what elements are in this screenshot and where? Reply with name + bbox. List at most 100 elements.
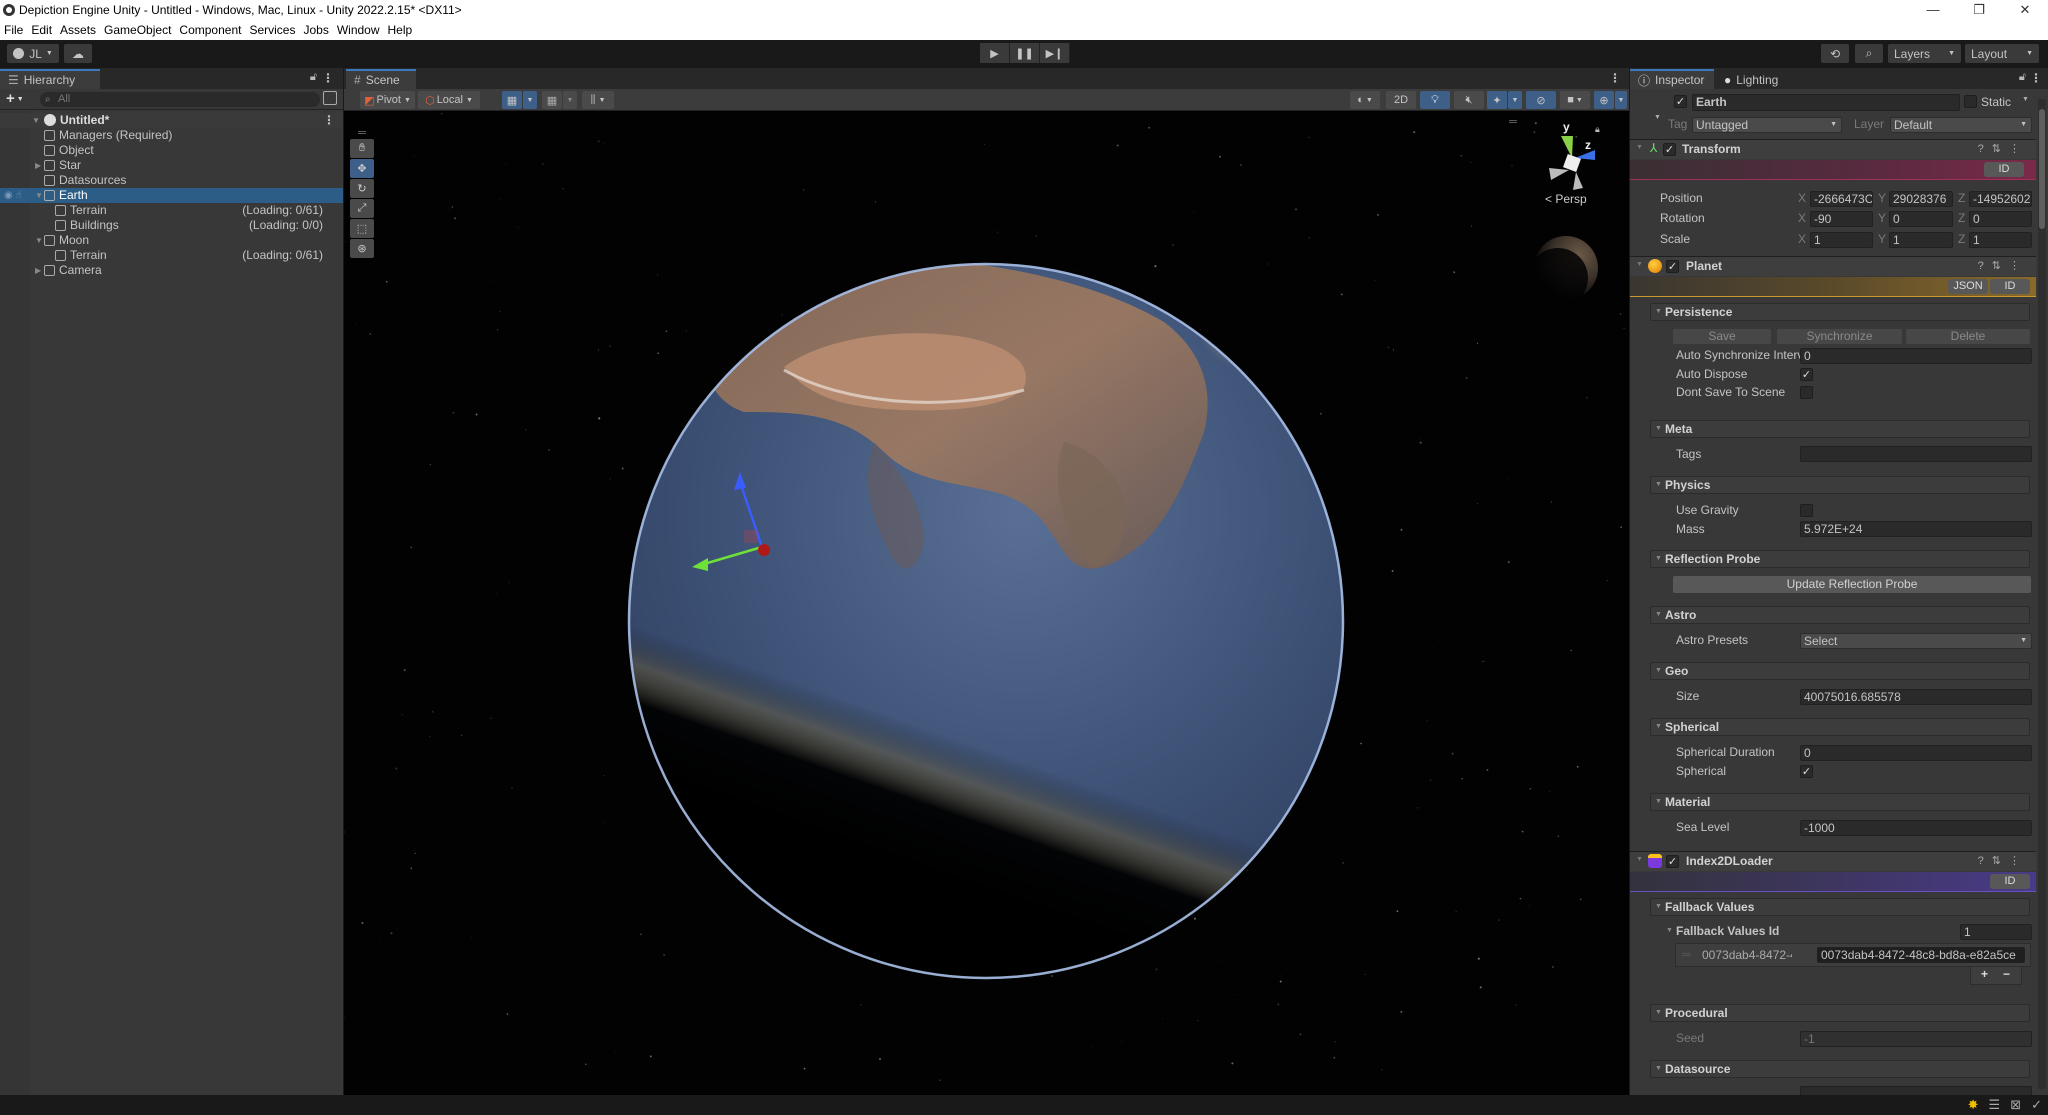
position-z-field[interactable]: -14952602 [1969, 191, 2032, 207]
astro-presets-dropdown[interactable]: Select ▼ [1800, 633, 2032, 649]
rotate-tool-button[interactable]: ↻ [350, 179, 374, 198]
collapse-arrow-icon[interactable]: ▼ [1654, 114, 1661, 121]
collapse-arrow-icon[interactable]: ▶ [35, 158, 41, 173]
menu-jobs[interactable]: Jobs [303, 23, 328, 37]
delete-button[interactable]: Delete [1906, 329, 2030, 344]
maximize-button[interactable]: ❐ [1956, 0, 2002, 20]
2d-mode-button[interactable]: 2D [1386, 91, 1416, 109]
fallback-item-value[interactable]: 0073dab4-8472-48c8-bd8a-e82a5ce [1817, 947, 2025, 963]
object-name-input[interactable]: Earth [1692, 94, 1960, 111]
fallback-values-section[interactable]: Fallback Values [1650, 898, 2030, 916]
fallback-values-id-count[interactable]: 1 [1960, 924, 2032, 940]
component-header-icons[interactable]: ?⇅⋮ [1978, 259, 2028, 272]
scene-visibility-icon[interactable] [323, 91, 337, 105]
index2dloader-id-button[interactable]: ID [1990, 874, 2030, 889]
rect-tool-button[interactable]: ⬚ [350, 219, 374, 238]
tags-field[interactable] [1800, 446, 2032, 462]
hierarchy-item[interactable]: Datasources [0, 173, 343, 188]
hierarchy-item[interactable]: Terrain (Loading: 0/61) [0, 203, 343, 218]
cloud-button[interactable]: ☁ [64, 44, 92, 63]
increment-snap-dropdown[interactable]: ⫼ ▼ [582, 91, 614, 109]
gizmos-toggle[interactable]: ⊕ [1594, 91, 1614, 109]
layout-dropdown[interactable]: Layout ▼ [1965, 44, 2039, 63]
lock-icon[interactable]: 🔓︎ [310, 71, 317, 84]
projection-label[interactable]: < Persp [1545, 192, 1587, 206]
lock-icon[interactable]: 🔓︎ [2019, 71, 2026, 84]
grid-options-dropdown[interactable]: ▼ [523, 91, 537, 109]
component-header-icons[interactable]: ?⇅⋮ [1978, 142, 2028, 155]
planet-id-button[interactable]: ID [1990, 279, 2030, 294]
pause-button[interactable]: ❚❚ [1010, 43, 1040, 63]
hierarchy-search-input[interactable]: ⌕ All [40, 92, 320, 107]
overlay-menu-icon[interactable]: ═ [1509, 116, 1517, 128]
tab-hierarchy[interactable]: ☰ Hierarchy [0, 69, 100, 89]
play-button[interactable]: ▶ [980, 43, 1010, 63]
collapse-arrow-icon[interactable]: ▼ [1636, 856, 1643, 863]
persistence-section[interactable]: Persistence [1650, 303, 2030, 321]
collapse-arrow-icon[interactable]: ▼ [1636, 144, 1643, 151]
close-button[interactable]: ✕ [2002, 0, 2048, 20]
scene-visibility-toggle[interactable]: ⊘ [1526, 91, 1556, 109]
grid-snapping-button[interactable]: ▦ [542, 91, 562, 109]
spherical-checkbox[interactable]: ✓ [1800, 765, 1813, 778]
transform-tool-button[interactable]: ⊛ [350, 239, 374, 258]
rotation-y-field[interactable]: 0 [1889, 211, 1953, 227]
meta-section[interactable]: Meta [1650, 420, 2030, 438]
more-options-icon[interactable]: ⋮ [323, 113, 335, 128]
scale-tool-button[interactable]: ⤢ [350, 199, 374, 218]
update-reflection-probe-button[interactable]: Update Reflection Probe [1673, 576, 2031, 593]
dont-save-checkbox[interactable] [1800, 386, 1813, 399]
planet-component-header[interactable]: ▼ ✓ Planet ?⇅⋮ [1630, 256, 2036, 276]
drag-handle-icon[interactable]: ═ [1682, 947, 1691, 961]
remove-item-button[interactable]: − [2003, 967, 2010, 981]
collapse-arrow-icon[interactable]: ▶ [35, 263, 41, 278]
geo-section[interactable]: Geo [1650, 662, 2030, 680]
expand-arrow-icon[interactable]: ▼ [1666, 927, 1673, 934]
database-icon[interactable]: ☰ [1989, 1097, 2001, 1113]
expand-arrow-icon[interactable]: ▼ [35, 188, 43, 203]
spherical-duration-field[interactable]: 0 [1800, 745, 2032, 761]
hierarchy-item[interactable]: Buildings (Loading: 0/0) [0, 218, 343, 233]
auto-dispose-checkbox[interactable]: ✓ [1800, 368, 1813, 381]
synchronize-button[interactable]: Synchronize [1777, 329, 1902, 344]
search-button[interactable]: ⌕ [1855, 44, 1883, 63]
network-icon[interactable]: ⊠ [2010, 1097, 2021, 1113]
transform-enabled-checkbox[interactable]: ✓ [1663, 143, 1676, 156]
astro-section[interactable]: Astro [1650, 606, 2030, 624]
datasource-section[interactable]: Datasource [1650, 1060, 2030, 1078]
layer-dropdown[interactable]: Default ▼ [1890, 117, 2032, 133]
rotation-x-field[interactable]: -90 [1810, 211, 1873, 227]
pivot-dropdown[interactable]: ◩ Pivot ▼ [360, 91, 415, 109]
account-dropdown[interactable]: JL ▼ [7, 44, 59, 63]
hand-tool-button[interactable]: ✋︎ [350, 139, 374, 158]
local-dropdown[interactable]: ⬡ Local ▼ [418, 91, 480, 109]
hierarchy-item[interactable]: Managers (Required) [0, 128, 343, 143]
tab-scene[interactable]: # Scene [346, 69, 416, 89]
rotation-z-field[interactable]: 0 [1969, 211, 2032, 227]
menu-help[interactable]: Help [388, 23, 413, 37]
static-dropdown-icon[interactable]: ▼ [2022, 96, 2029, 103]
size-field[interactable]: 40075016.685578 [1800, 689, 2032, 705]
expand-arrow-icon[interactable]: ▼ [32, 113, 40, 128]
tab-inspector[interactable]: ⓘ Inspector [1630, 69, 1714, 89]
position-y-field[interactable]: 29028376 [1889, 191, 1953, 207]
more-options-icon[interactable]: ⋮ [1609, 71, 1621, 85]
auto-sync-field[interactable]: 0 [1800, 348, 2032, 364]
material-section[interactable]: Material [1650, 793, 2030, 811]
move-tool-button[interactable]: ✥ [350, 159, 374, 178]
visibility-icon[interactable]: ◉ ☝ [4, 188, 22, 203]
hierarchy-item[interactable]: ▶ Star [0, 158, 343, 173]
menu-services[interactable]: Services [249, 23, 295, 37]
create-button[interactable]: + ▼ [6, 90, 24, 107]
menu-window[interactable]: Window [337, 23, 380, 37]
step-button[interactable]: ▶❙ [1040, 43, 1070, 63]
expand-arrow-icon[interactable]: ▼ [35, 233, 43, 248]
hand-tool-button[interactable]: ═ [350, 127, 374, 139]
add-item-button[interactable]: + [1981, 967, 1988, 981]
orientation-gizmo[interactable]: ═ y z 🔒︎ < Persp [1509, 116, 1609, 206]
scene-root-row[interactable]: ▼ Untitled* ⋮ [0, 113, 343, 128]
datasource-field-partial[interactable] [1800, 1086, 2032, 1095]
reflection-probe-section[interactable]: Reflection Probe [1650, 550, 2030, 568]
menu-file[interactable]: File [4, 23, 23, 37]
static-checkbox[interactable] [1964, 95, 1977, 108]
